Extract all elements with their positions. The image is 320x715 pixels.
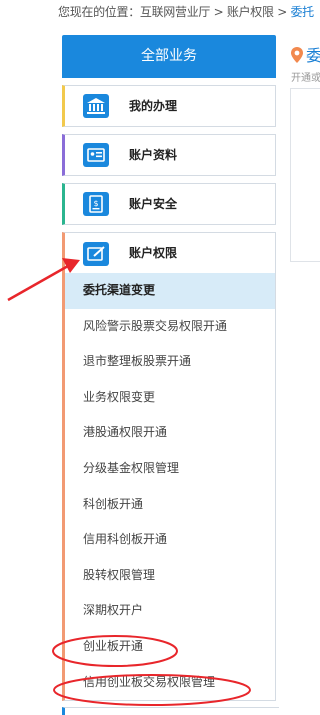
sidebar: 全部业务 我的办理 账户资料 $ 账户安全 账户权限 委托渠道变更 风险警示股票… (62, 35, 276, 702)
subitem-share-transfer[interactable]: 股转权限管理 (65, 558, 275, 594)
location-pin-icon (290, 46, 304, 68)
edit-icon (83, 242, 109, 266)
sidebar-item-label: 账户资料 (129, 148, 178, 162)
svg-text:$: $ (93, 199, 98, 208)
subitem-shenzhen-options[interactable]: 深期权开户 (65, 593, 275, 629)
sidebar-item-my-business[interactable]: 我的办理 (62, 85, 276, 127)
subitem-hk-connect[interactable]: 港股通权限开通 (65, 415, 275, 451)
sidebar-group-account-permissions: 账户权限 委托渠道变更 风险警示股票交易权限开通 退市整理板股票开通 业务权限变… (62, 232, 276, 702)
subitem-credit-chinext[interactable]: 信用创业板交易权限管理 (65, 665, 275, 701)
subitem-business-permission-change[interactable]: 业务权限变更 (65, 380, 275, 416)
content-title: 委 (306, 46, 320, 65)
bank-icon (83, 94, 109, 118)
content-subtitle: 开通或 (291, 73, 320, 84)
sidebar-item-account-security[interactable]: $ 账户安全 (62, 183, 276, 225)
sidebar-item-account-info[interactable]: 账户资料 (62, 134, 276, 176)
breadcrumb: 您现在的位置：互联网营业厅 > 账户权限 > 委托 (58, 2, 314, 22)
subitem-risk-warning-stock[interactable]: 风险警示股票交易权限开通 (65, 309, 275, 345)
content-panel (290, 88, 320, 262)
subitem-delisting-board[interactable]: 退市整理板股票开通 (65, 344, 275, 380)
id-card-icon (83, 143, 109, 167)
sidebar-item-label: 账户权限 (129, 246, 178, 260)
sidebar-item-label: 我的办理 (129, 99, 178, 113)
breadcrumb-path: 您现在的位置：互联网营业厅 > 账户权限 > (58, 5, 291, 19)
subitem-star-market[interactable]: 科创板开通 (65, 487, 275, 523)
subitem-entrust-channel-change[interactable]: 委托渠道变更 (65, 273, 275, 309)
sidebar-item-label: 账户安全 (129, 197, 178, 211)
breadcrumb-current[interactable]: 委托 (290, 5, 314, 19)
subitem-credit-star-market[interactable]: 信用科创板开通 (65, 522, 275, 558)
subitem-chinext[interactable]: 创业板开通 (65, 629, 275, 665)
subitem-graded-fund[interactable]: 分级基金权限管理 (65, 451, 275, 487)
security-document-icon: $ (83, 192, 109, 216)
sidebar-header: 全部业务 (62, 35, 276, 78)
sidebar-item-account-permissions[interactable]: 账户权限 (65, 233, 275, 273)
